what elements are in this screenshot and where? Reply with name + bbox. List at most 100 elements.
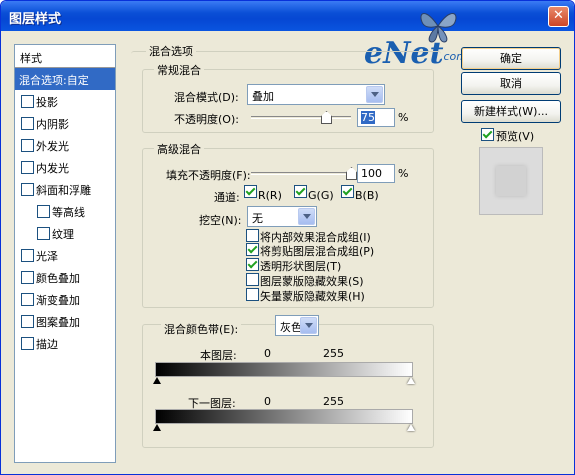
this-layer-label: 本图层: bbox=[200, 349, 237, 362]
style-item[interactable]: 等高线 bbox=[15, 200, 115, 222]
channel-r-checkbox[interactable] bbox=[244, 185, 257, 198]
channel-g-checkbox[interactable] bbox=[294, 185, 307, 198]
blend-mode-select[interactable]: 叠加 bbox=[247, 84, 385, 105]
channel-b-checkbox[interactable] bbox=[341, 185, 354, 198]
underlying-layer-gradient bbox=[155, 409, 413, 424]
style-item-label: 图案叠加 bbox=[36, 316, 80, 329]
style-item[interactable]: 渐变叠加 bbox=[15, 288, 115, 310]
layer-mask-hides-checkbox[interactable] bbox=[246, 273, 259, 286]
knockout-label: 挖空(N): bbox=[199, 214, 242, 227]
fill-opacity-label: 填充不透明度(F): bbox=[166, 169, 251, 182]
blend-options-title: 混合选项 bbox=[146, 43, 196, 59]
this-layer-black-handle[interactable] bbox=[153, 377, 161, 384]
blend-if-group bbox=[142, 324, 434, 448]
style-item-checkbox[interactable] bbox=[21, 271, 34, 284]
style-item-checkbox[interactable] bbox=[21, 337, 34, 350]
window-title: 图层样式 bbox=[9, 12, 62, 27]
style-item-checkbox[interactable] bbox=[21, 161, 34, 174]
vector-mask-hides-checkbox[interactable] bbox=[246, 288, 259, 301]
style-item-label: 光泽 bbox=[36, 250, 58, 263]
blend-clipped-layers-checkbox[interactable] bbox=[246, 243, 259, 256]
chevron-down-icon[interactable] bbox=[300, 317, 317, 334]
style-item[interactable]: 颜色叠加 bbox=[15, 266, 115, 288]
styles-list: 样式 混合选项:自定投影内阴影外发光内发光斜面和浮雕等高线纹理光泽颜色叠加渐变叠… bbox=[14, 44, 116, 463]
opacity-slider-track[interactable] bbox=[251, 116, 351, 119]
style-item-checkbox[interactable] bbox=[21, 293, 34, 306]
ok-button[interactable]: 确定 bbox=[461, 47, 561, 70]
opacity-input[interactable]: 75 bbox=[357, 108, 395, 127]
style-item[interactable]: 描边 bbox=[15, 332, 115, 354]
channel-r-label: R(R) bbox=[258, 189, 282, 202]
style-item-label: 内阴影 bbox=[36, 118, 69, 131]
chevron-down-icon[interactable] bbox=[366, 86, 383, 103]
style-item-label: 投影 bbox=[36, 96, 58, 109]
layer-style-dialog: 图层样式 ✕ eNet .com.cn/eschool 样式 混合选项:自定投影… bbox=[0, 0, 575, 475]
style-item[interactable]: 光泽 bbox=[15, 244, 115, 266]
style-item-label: 描边 bbox=[36, 338, 58, 351]
opacity-value: 75 bbox=[361, 111, 375, 124]
style-item-label: 等高线 bbox=[52, 206, 85, 219]
general-blending-title: 常规混合 bbox=[154, 62, 204, 78]
channel-g-label: G(G) bbox=[308, 189, 334, 202]
style-item[interactable]: 图案叠加 bbox=[15, 310, 115, 332]
chevron-down-icon[interactable] bbox=[298, 208, 315, 225]
title-bar[interactable]: 图层样式 ✕ bbox=[1, 1, 574, 31]
channel-b-label: B(B) bbox=[355, 189, 379, 202]
blend-mode-value: 叠加 bbox=[252, 90, 274, 103]
underlying-layer-min: 0 bbox=[264, 395, 271, 408]
cancel-button[interactable]: 取消 bbox=[461, 72, 561, 95]
knockout-select[interactable]: 无 bbox=[247, 206, 317, 227]
opacity-label: 不透明度(O): bbox=[174, 113, 239, 126]
underlying-layer-black-handle[interactable] bbox=[153, 424, 161, 431]
underlying-layer-max: 255 bbox=[323, 395, 344, 408]
fill-opacity-slider-track[interactable] bbox=[251, 172, 351, 175]
style-item[interactable]: 斜面和浮雕 bbox=[15, 178, 115, 200]
preview-label: 预览(V) bbox=[496, 130, 535, 143]
this-layer-white-handle[interactable] bbox=[407, 377, 415, 384]
blend-if-label: 混合颜色带(E): bbox=[161, 321, 242, 337]
blend-clipped-layers-label: 将剪贴图层混合成组(P) bbox=[260, 245, 375, 258]
this-layer-gradient bbox=[155, 362, 413, 377]
new-style-button[interactable]: 新建样式(W)... bbox=[461, 100, 561, 123]
style-item-label: 外发光 bbox=[36, 140, 69, 153]
preview-checkbox[interactable] bbox=[481, 128, 494, 141]
style-item[interactable]: 内阴影 bbox=[15, 112, 115, 134]
style-item-checkbox[interactable] bbox=[21, 249, 34, 262]
fill-opacity-input[interactable]: 100 bbox=[357, 164, 395, 183]
styles-header-label: 样式 bbox=[20, 52, 42, 65]
style-item-label: 内发光 bbox=[36, 162, 69, 175]
blend-mode-label: 混合模式(D): bbox=[174, 91, 239, 104]
style-item-label: 纹理 bbox=[52, 228, 74, 241]
style-preview-sample bbox=[496, 166, 526, 196]
style-item-checkbox[interactable] bbox=[21, 183, 34, 196]
style-item-label: 颜色叠加 bbox=[36, 272, 80, 285]
layer-mask-hides-label: 图层蒙版隐藏效果(S) bbox=[260, 275, 364, 288]
fill-opacity-value: 100 bbox=[361, 167, 382, 180]
transparency-shapes-checkbox[interactable] bbox=[246, 258, 259, 271]
blend-interior-effects-checkbox[interactable] bbox=[246, 229, 259, 242]
advanced-blending-title: 高级混合 bbox=[154, 141, 204, 157]
style-item-checkbox[interactable] bbox=[37, 227, 50, 240]
style-item-checkbox[interactable] bbox=[21, 139, 34, 152]
style-item[interactable]: 外发光 bbox=[15, 134, 115, 156]
blend-if-value: 灰色 bbox=[280, 321, 302, 334]
vector-mask-hides-label: 矢量蒙版隐藏效果(H) bbox=[260, 290, 365, 303]
style-item[interactable]: 投影 bbox=[15, 90, 115, 112]
style-item[interactable]: 内发光 bbox=[15, 156, 115, 178]
style-item-checkbox[interactable] bbox=[21, 95, 34, 108]
knockout-value: 无 bbox=[252, 212, 263, 225]
style-item-checkbox[interactable] bbox=[21, 117, 34, 130]
style-item[interactable]: 混合选项:自定 bbox=[15, 68, 115, 90]
underlying-layer-white-handle[interactable] bbox=[407, 424, 415, 431]
style-item[interactable]: 纹理 bbox=[15, 222, 115, 244]
style-item-checkbox[interactable] bbox=[21, 315, 34, 328]
style-item-label: 混合选项:自定 bbox=[19, 74, 89, 87]
style-item-checkbox[interactable] bbox=[37, 205, 50, 218]
fill-opacity-unit: % bbox=[398, 167, 409, 180]
style-item-label: 渐变叠加 bbox=[36, 294, 80, 307]
blend-if-select[interactable]: 灰色 bbox=[275, 315, 319, 336]
close-button[interactable]: ✕ bbox=[548, 6, 569, 27]
styles-list-header: 样式 bbox=[15, 45, 115, 68]
style-item-label: 斜面和浮雕 bbox=[36, 184, 91, 197]
transparency-shapes-label: 透明形状图层(T) bbox=[260, 260, 342, 273]
